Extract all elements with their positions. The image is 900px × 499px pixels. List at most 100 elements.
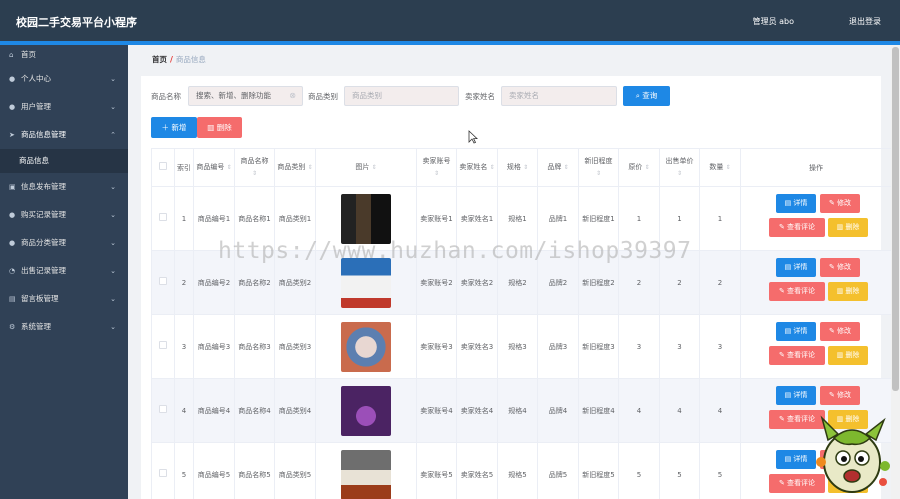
edit-button[interactable]: ✎ 修改 (820, 321, 860, 341)
sidebar-item-purchases[interactable]: ● 购买记录管理 ⌄ (0, 201, 128, 229)
breadcrumb-home[interactable]: 首页 (152, 55, 167, 64)
plus-icon: ＋ (161, 123, 172, 132)
sort-icon[interactable]: ⇕ (490, 164, 495, 171)
sidebar-item-categories[interactable]: ● 商品分类管理 ⌄ (0, 229, 128, 257)
product-image (341, 193, 391, 244)
sort-icon[interactable]: ⇕ (227, 164, 232, 171)
sort-icon[interactable]: ⇕ (308, 164, 313, 171)
sort-icon[interactable]: ⇕ (523, 164, 528, 171)
sort-icon[interactable]: ⇕ (645, 164, 650, 171)
column-header[interactable]: 商品类别 ⇕ (274, 148, 316, 187)
cell-condition: 新旧程度2 (578, 250, 619, 315)
cell-condition: 新旧程度4 (578, 378, 619, 443)
table-row: 2 商品编号2 商品名称2 商品类别2 卖家账号2 卖家姓名2 规格2 品牌2 新旧程度2 2 2 2… (151, 250, 892, 315)
cell-brand: 品牌1 (537, 186, 579, 251)
cell-code: 商品编号1 (193, 186, 235, 251)
column-header[interactable]: 数量 ⇕ (699, 148, 741, 187)
cell-account: 卖家账号2 (416, 250, 457, 315)
detail-button[interactable]: ▤ 详情 (776, 321, 816, 341)
sort-icon[interactable]: ⇕ (677, 170, 682, 177)
sidebar-item-profile[interactable]: ● 个人中心 ⌄ (0, 65, 128, 93)
row-select-cell (151, 250, 175, 315)
edit-button[interactable]: ✎ 修改 (820, 385, 860, 405)
column-header[interactable]: 图片 ⇕ (315, 148, 417, 187)
logout-link[interactable]: 退出登录 (849, 16, 881, 27)
scrollbar-thumb[interactable] (892, 47, 899, 391)
sort-icon[interactable]: ⇕ (434, 170, 439, 177)
edit-icon: ✎ (828, 326, 838, 335)
image-cell (315, 314, 417, 379)
column-header[interactable]: 原价 ⇕ (618, 148, 660, 187)
sidebar-item-home[interactable]: ⌂ 首页 (0, 45, 128, 65)
cell-qty: 2 (699, 250, 741, 315)
chevron-down-icon: ⌄ (110, 323, 116, 331)
row-select-cell (151, 442, 175, 499)
sidebar-item-messages[interactable]: ▤ 留言板管理 ⌄ (0, 285, 128, 313)
accent-bar (0, 41, 900, 45)
row-checkbox[interactable] (159, 468, 167, 477)
view-reviews-button[interactable]: ✎ 查看评论 (769, 345, 825, 365)
cell-category: 商品类别2 (274, 250, 316, 315)
sidebar-item-publish[interactable]: ▣ 信息发布管理 ⌄ (0, 173, 128, 201)
page-scrollbar[interactable] (891, 45, 900, 499)
chevron-down-icon: ⌄ (110, 267, 116, 275)
detail-button[interactable]: ▤ 详情 (776, 257, 816, 277)
search-category-input[interactable]: 商品类别 (344, 86, 459, 106)
delete-button[interactable]: ▥ 删除 (197, 117, 242, 138)
column-header[interactable]: 商品编号 ⇕ (193, 148, 235, 187)
edit-button[interactable]: ✎ 修改 (820, 193, 860, 213)
ops-cell: ▤ 详情✎ 修改 ✎ 查看评论▥ 删除 (740, 250, 892, 315)
image-cell (315, 378, 417, 443)
image-cell (315, 442, 417, 499)
row-delete-button[interactable]: ▥ 删除 (828, 281, 868, 301)
row-checkbox[interactable] (159, 212, 167, 221)
sidebar-item-system[interactable]: ⚙ 系统管理 ⌄ (0, 313, 128, 341)
row-checkbox[interactable] (159, 404, 167, 413)
row-checkbox[interactable] (159, 340, 167, 349)
select-all-checkbox[interactable] (159, 161, 167, 170)
sidebar-item-sales[interactable]: ◔ 出售记录管理 ⌄ (0, 257, 128, 285)
current-user: 管理员 abo (752, 17, 794, 26)
sidebar-item-goods[interactable]: ➤ 商品信息管理 ⌃ (0, 121, 128, 149)
edit-button[interactable]: ✎ 修改 (820, 257, 860, 277)
mouse-cursor-icon (468, 130, 478, 144)
product-image (341, 257, 391, 308)
sort-icon[interactable]: ⇕ (564, 164, 569, 171)
row-delete-button[interactable]: ▥ 删除 (828, 217, 868, 237)
cell-price: 2 (618, 250, 660, 315)
add-button[interactable]: ＋ 新增 (151, 117, 197, 138)
column-header[interactable]: 出售单价 ⇕ (659, 148, 700, 187)
detail-button[interactable]: ▤ 详情 (776, 449, 816, 469)
view-reviews-button[interactable]: ✎ 查看评论 (769, 281, 825, 301)
sort-icon[interactable]: ⇕ (372, 164, 377, 171)
detail-button[interactable]: ▤ 详情 (776, 193, 816, 213)
search-name-input[interactable]: 搜索、新增、删除功能 ⊗ (188, 86, 303, 106)
sidebar-subitem-goods-info[interactable]: 商品信息 (0, 149, 128, 173)
clear-icon[interactable]: ⊗ (289, 87, 296, 105)
clock-icon: ◔ (9, 267, 16, 275)
mascot-logo (816, 415, 890, 493)
column-header[interactable]: 品牌 ⇕ (537, 148, 579, 187)
detail-button[interactable]: ▤ 详情 (776, 385, 816, 405)
sidebar-item-users[interactable]: ● 用户管理 ⌄ (0, 93, 128, 121)
top-bar: 校园二手交易平台小程序 管理员 abo 退出登录 (0, 0, 900, 41)
column-header[interactable]: 卖家账号 ⇕ (416, 148, 457, 187)
query-button[interactable]: ⌕ 查询 (623, 86, 670, 106)
table-row: 4 商品编号4 商品名称4 商品类别4 卖家账号4 卖家姓名4 规格4 品牌4 新旧程度4 4 4 4… (151, 378, 892, 443)
column-header[interactable]: 卖家姓名 ⇕ (456, 148, 498, 187)
settings-icon: ⚙ (9, 323, 16, 331)
cell-sale: 5 (659, 442, 700, 499)
sort-icon[interactable]: ⇕ (726, 164, 731, 171)
cell-spec: 规格2 (497, 250, 538, 315)
view-reviews-button[interactable]: ✎ 查看评论 (769, 217, 825, 237)
sort-icon[interactable]: ⇕ (596, 170, 601, 177)
chevron-down-icon: ⌄ (110, 239, 116, 247)
search-seller-input[interactable]: 卖家姓名 (501, 86, 617, 106)
column-header[interactable]: 规格 ⇕ (497, 148, 538, 187)
row-checkbox[interactable] (159, 276, 167, 285)
column-header[interactable]: 新旧程度 ⇕ (578, 148, 619, 187)
user-icon: ● (9, 75, 16, 83)
sort-icon[interactable]: ⇕ (252, 170, 257, 177)
row-delete-button[interactable]: ▥ 删除 (828, 345, 868, 365)
column-header[interactable]: 商品名称 ⇕ (234, 148, 275, 187)
